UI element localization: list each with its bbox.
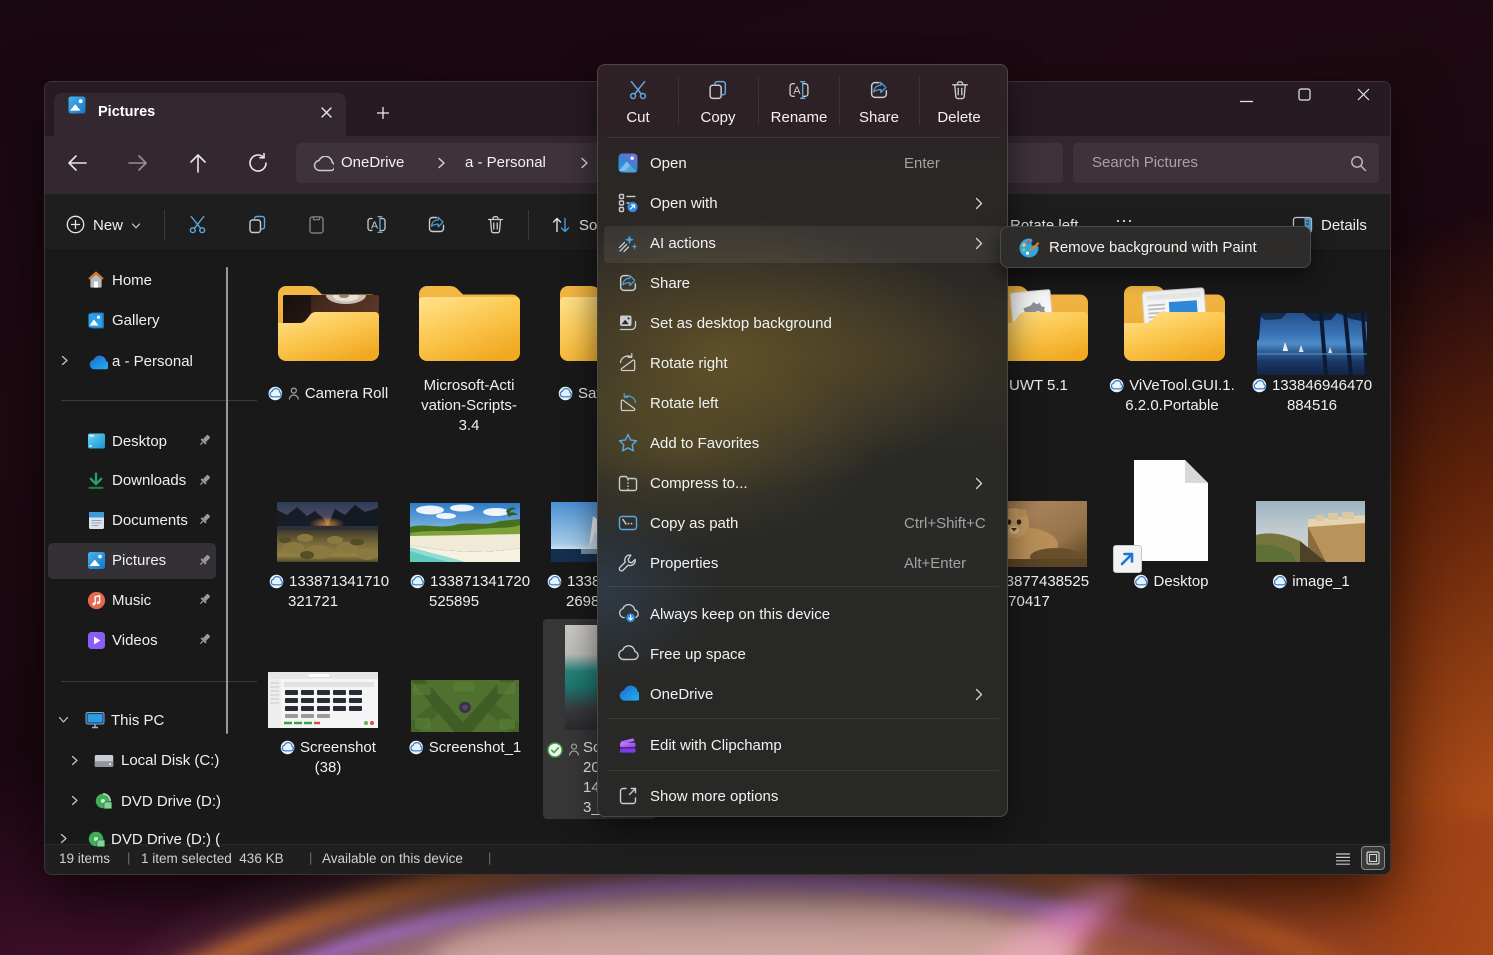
svg-text:A: A bbox=[371, 220, 378, 232]
svg-text:A: A bbox=[793, 85, 801, 97]
